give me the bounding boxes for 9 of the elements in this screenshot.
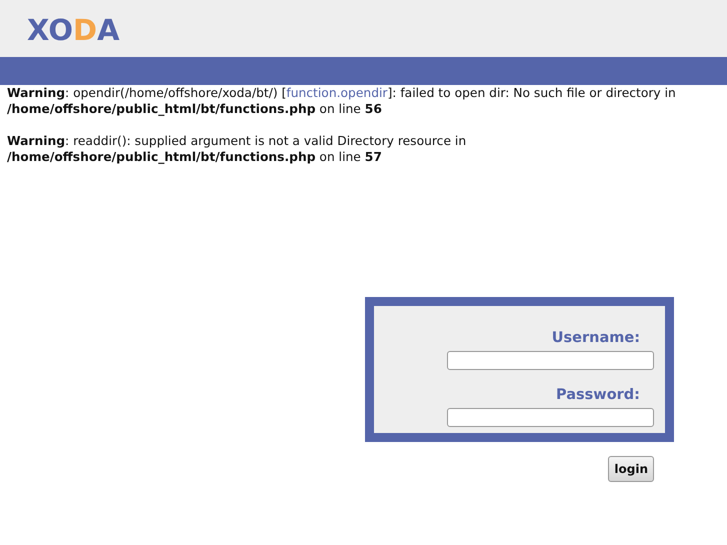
input-field[interactable] — [447, 408, 654, 427]
function-link[interactable]: function.opendir — [286, 86, 388, 100]
field-label: Username: — [552, 329, 640, 347]
input-field[interactable] — [447, 351, 654, 370]
warning-message: Warning: opendir(/home/offshore/xoda/bt/) [function.opendir]: failed to open dir: No such file or directory in /home/offshore/public_html/bt/functions.php on line 56 — [7, 85, 677, 117]
logo: XODA — [27, 12, 120, 46]
login-button[interactable]: login — [608, 456, 654, 482]
field-label: Password: — [556, 386, 640, 404]
warning-message: Warning: readdir(): supplied argument is not a valid Directory resource in /home/offshore/public_html/bt/functions.php on line 57 — [7, 133, 468, 165]
